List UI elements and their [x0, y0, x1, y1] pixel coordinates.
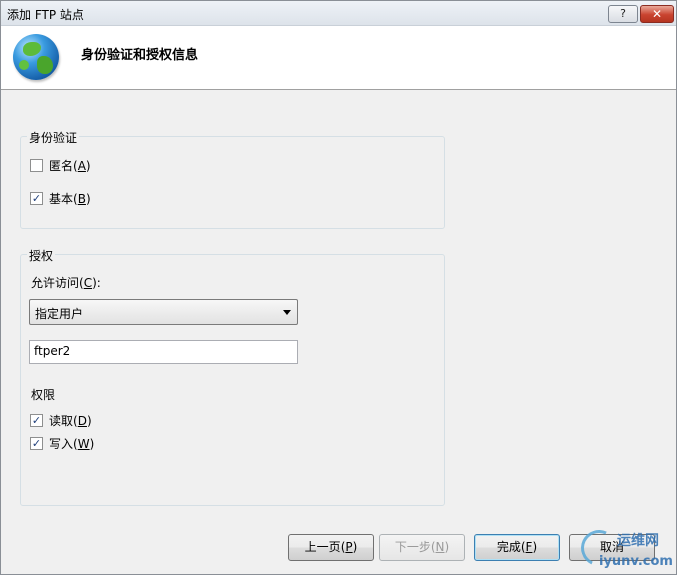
allow-access-accel: C	[83, 276, 93, 290]
read-label: 读取	[49, 413, 74, 428]
authorization-group-label: 授权	[27, 247, 56, 264]
basic-checkbox-box[interactable]: ✓	[30, 191, 43, 205]
globe-icon	[13, 34, 59, 80]
previous-label: 上一页	[304, 540, 341, 554]
basic-label: 基本	[49, 191, 74, 206]
allow-access-select[interactable]: 指定用户	[29, 299, 298, 325]
users-input[interactable]	[30, 341, 298, 361]
cancel-button[interactable]: 取消	[569, 534, 655, 561]
next-label: 下一步	[394, 540, 431, 554]
title-bar[interactable]: 添加 FTP 站点 ? ✕	[1, 1, 676, 26]
allow-access-label-row: 允许访问(C):	[31, 276, 101, 290]
add-ftp-site-dialog: 添加 FTP 站点 ? ✕ 身份验证和授权信息 身份验证 匿名(A) ✓ 基本(…	[0, 0, 677, 575]
anonymous-checkbox[interactable]: 匿名(A)	[30, 157, 91, 173]
basic-checkbox[interactable]: ✓ 基本(B)	[30, 190, 91, 206]
close-button[interactable]: ✕	[640, 5, 674, 23]
users-field[interactable]	[29, 340, 298, 364]
next-accel: N	[435, 540, 445, 554]
write-checkbox-box[interactable]: ✓	[30, 436, 43, 450]
authorization-group	[20, 254, 445, 506]
anonymous-accel: A	[77, 158, 86, 173]
previous-accel: P	[345, 540, 353, 554]
read-checkbox-box[interactable]: ✓	[30, 413, 43, 427]
permissions-label: 权限	[31, 388, 56, 402]
write-checkbox[interactable]: ✓ 写入(W)	[30, 435, 94, 451]
write-accel: W	[77, 436, 90, 451]
basic-accel: B	[77, 191, 86, 206]
finish-label: 完成	[496, 540, 521, 554]
finish-accel: F	[525, 540, 533, 554]
previous-button[interactable]: 上一页(P)	[288, 534, 374, 561]
read-accel: D	[77, 413, 87, 428]
authentication-group	[20, 136, 445, 229]
allow-access-selected-value: 指定用户	[35, 307, 84, 321]
next-button[interactable]: 下一步(N)	[379, 534, 465, 561]
anonymous-label: 匿名	[49, 158, 74, 173]
allow-access-label: 允许访问	[31, 276, 80, 290]
help-button[interactable]: ?	[608, 5, 638, 23]
anonymous-checkbox-box[interactable]	[30, 158, 43, 172]
read-checkbox[interactable]: ✓ 读取(D)	[30, 412, 92, 428]
chevron-down-icon[interactable]	[283, 310, 291, 315]
write-label: 写入	[49, 436, 74, 451]
window-title: 添加 FTP 站点	[7, 8, 84, 22]
wizard-header: 身份验证和授权信息	[1, 26, 676, 90]
finish-button[interactable]: 完成(F)	[474, 534, 560, 561]
page-title: 身份验证和授权信息	[81, 48, 199, 63]
authentication-group-label: 身份验证	[27, 129, 80, 146]
